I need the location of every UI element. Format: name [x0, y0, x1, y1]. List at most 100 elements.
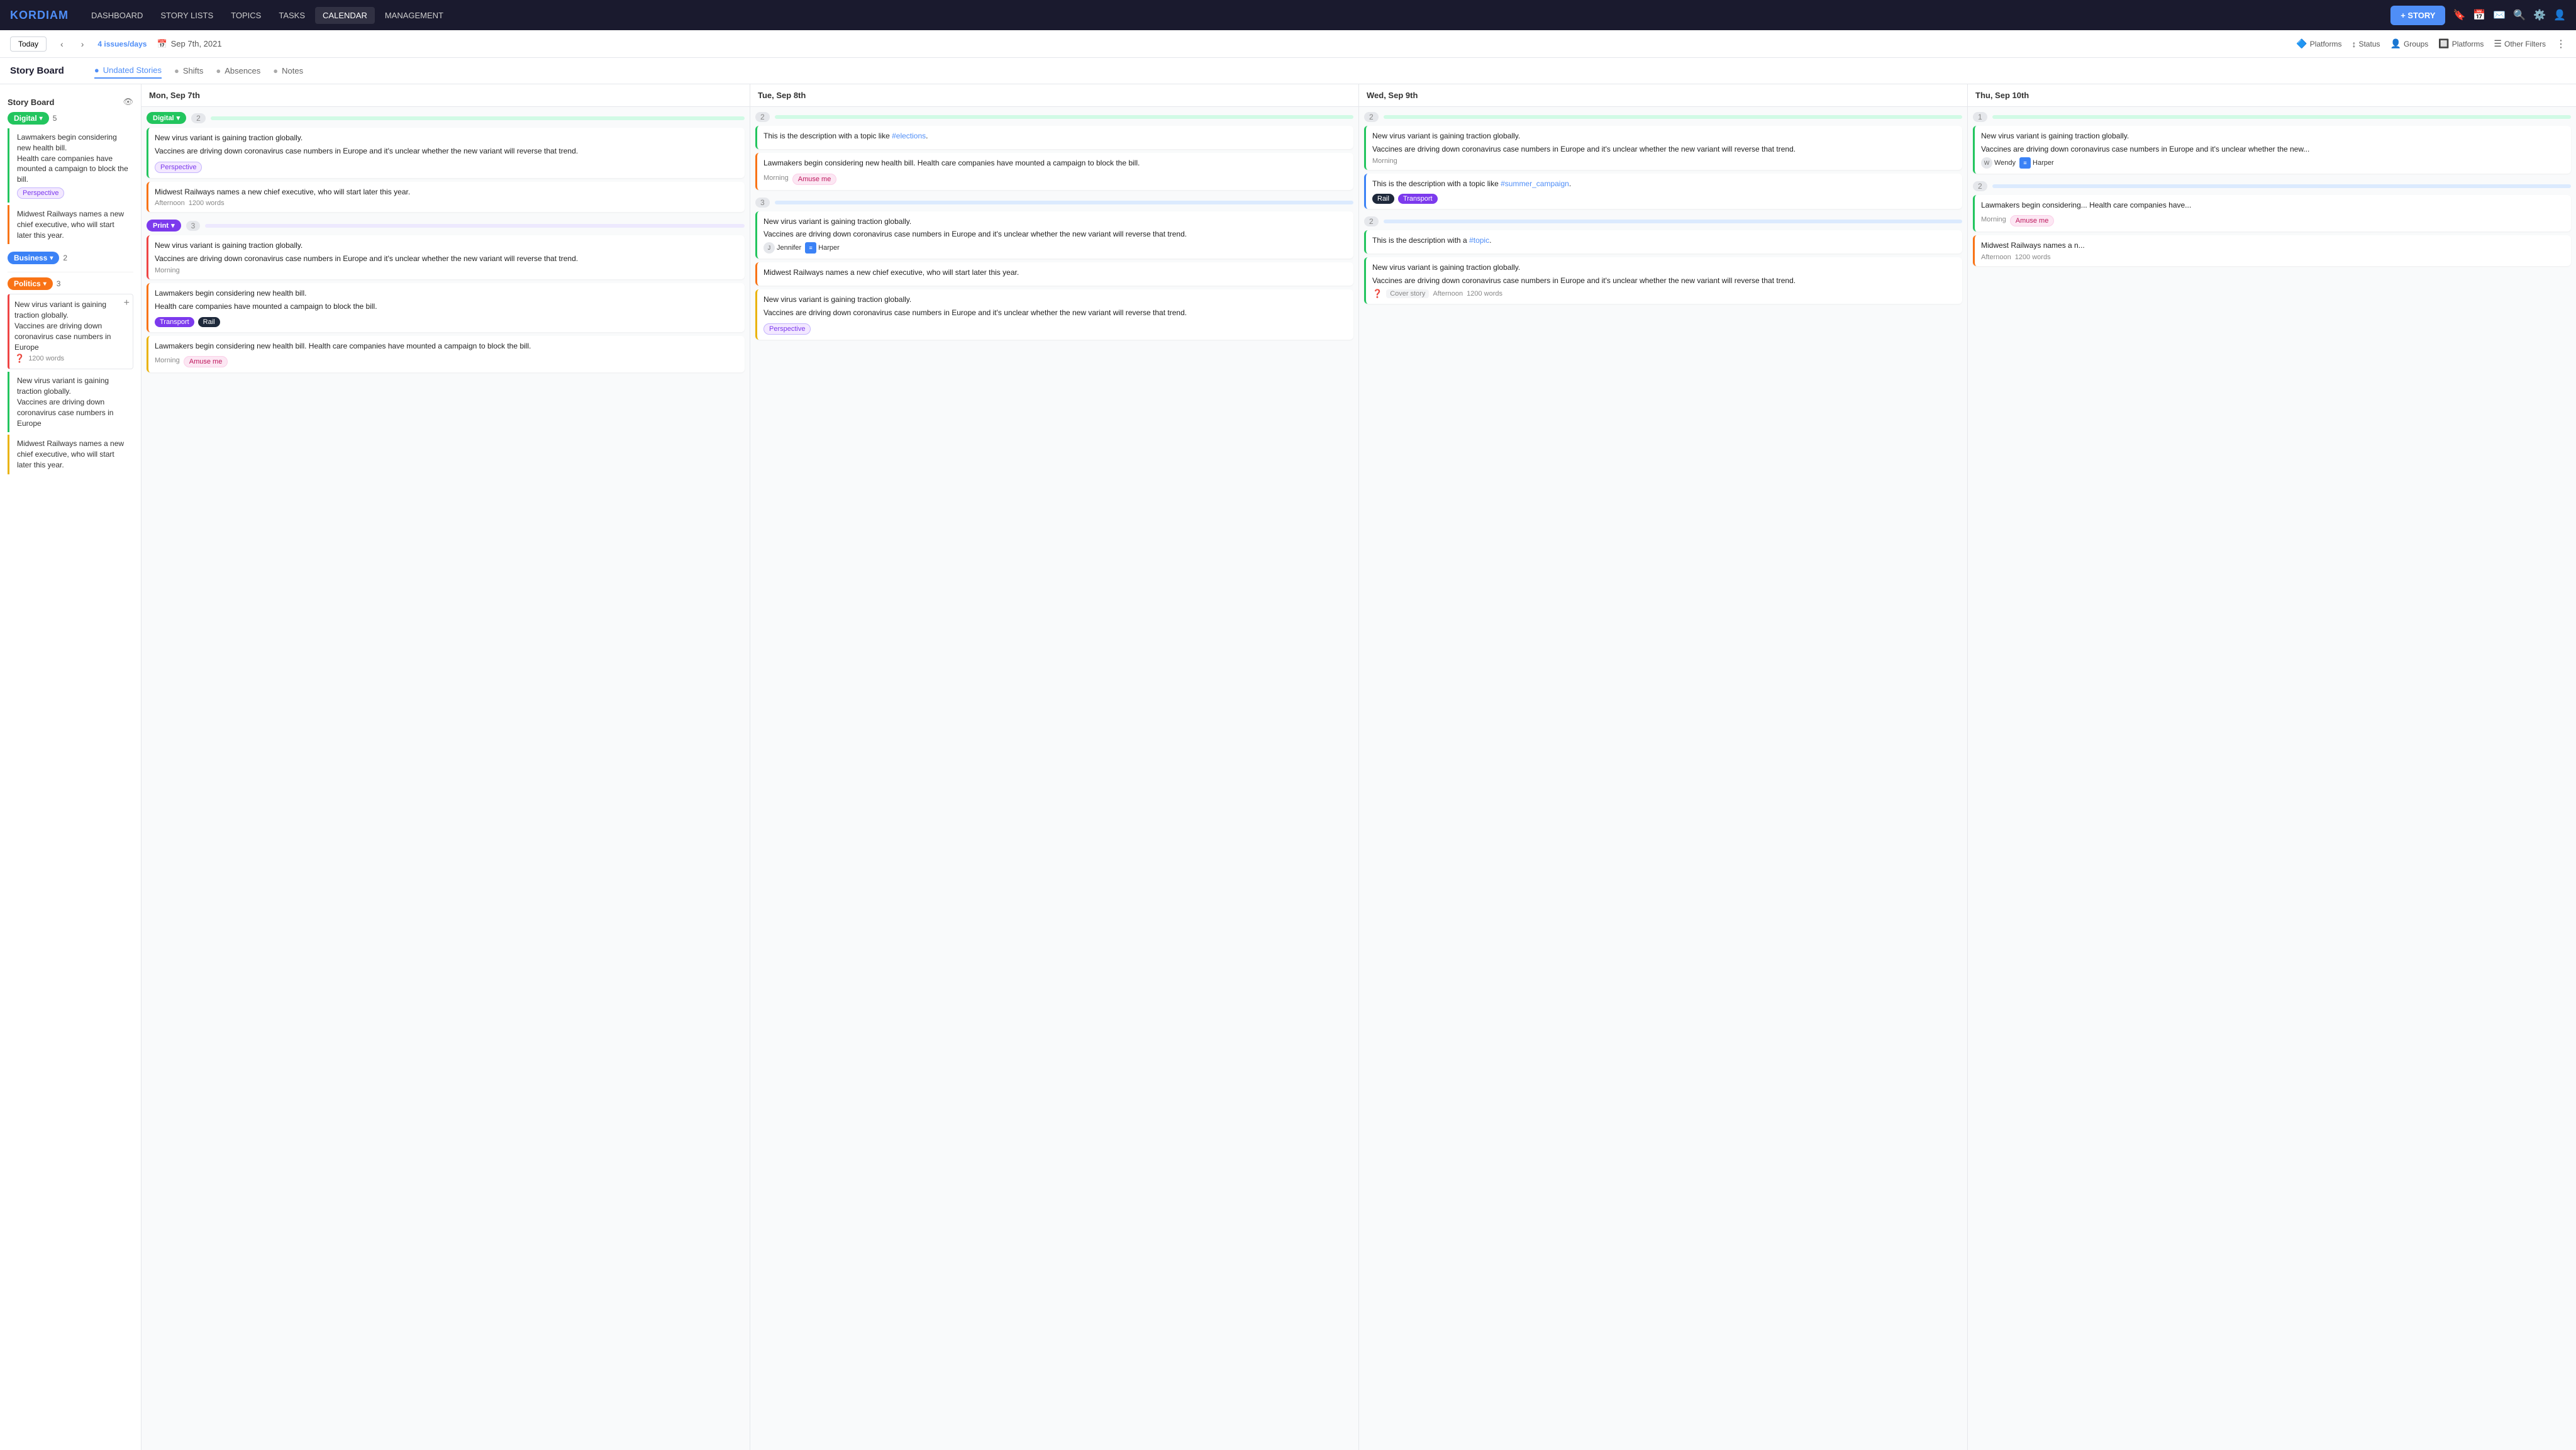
nav-topics[interactable]: TOPICS — [223, 7, 269, 24]
filter-groups[interactable]: 👤 Groups — [2390, 38, 2429, 49]
words-1: 1200 words — [28, 355, 64, 362]
summer-link[interactable]: #summer_campaign — [1501, 179, 1569, 188]
business-platform-tag[interactable]: Business ▾ — [8, 252, 59, 264]
tuesday-story-4[interactable]: Midwest Railways names a new chief execu… — [755, 262, 1353, 286]
nav-management[interactable]: MANAGEMENT — [377, 7, 451, 24]
politics-platform-tag[interactable]: Politics ▾ — [8, 277, 53, 290]
nav-story-lists[interactable]: STORY LISTS — [153, 7, 221, 24]
wednesday-story-2[interactable]: This is the description with a topic lik… — [1364, 174, 1962, 209]
tab-undated-stories[interactable]: ● Undated Stories — [94, 63, 162, 79]
digital-arrow: ▾ — [40, 115, 43, 122]
filter-groups-label: Groups — [2404, 40, 2428, 48]
tuesday-story-5[interactable]: New virus variant is gaining traction gl… — [755, 289, 1353, 340]
monday-story-2-meta: Afternoon 1200 words — [155, 199, 738, 207]
wednesday-section-2: 2 This is the description with a #topic.… — [1364, 216, 1962, 303]
perspective-tag: Perspective — [17, 187, 64, 199]
wendy-avatar: W Wendy — [1981, 157, 2016, 169]
story-text-4: New virus variant is gaining traction gl… — [17, 376, 128, 397]
next-arrow[interactable]: › — [77, 38, 88, 50]
monday-story-2[interactable]: Midwest Railways names a new chief execu… — [147, 182, 745, 213]
tuesday-story-3[interactable]: New virus variant is gaining traction gl… — [755, 211, 1353, 259]
thursday-count-1: 1 — [1973, 112, 1987, 122]
harper-name-2: Harper — [2033, 159, 2054, 167]
tab-absences[interactable]: ● Absences — [216, 63, 260, 79]
monday-print-story-2-title: Lawmakers begin considering new health b… — [155, 288, 738, 299]
filter-status-label: Status — [2358, 40, 2380, 48]
monday-print-story-1-meta: Morning — [155, 267, 738, 274]
wednesday-story-3[interactable]: This is the description with a #topic. — [1364, 230, 1962, 254]
sidebar-platform-politics: Politics ▾ 3 New virus variant is gainin… — [8, 277, 133, 474]
tuesday-bar-1 — [775, 115, 1353, 119]
undated-dot: ● — [94, 65, 99, 75]
more-button[interactable]: ⋮ — [2556, 38, 2566, 50]
sub-nav: Today ‹ › 4 issues/days 📅 Sep 7th, 2021 … — [0, 30, 2576, 58]
tuesday-story-2-meta: Morning Amuse me — [763, 171, 1347, 185]
wednesday-story-1[interactable]: New virus variant is gaining traction gl… — [1364, 126, 1962, 170]
nav-dashboard[interactable]: DASHBOARD — [84, 7, 150, 24]
settings-icon[interactable]: ⚙️ — [2533, 9, 2546, 21]
tuesday-story-5-sub: Vaccines are driving down coronavirus ca… — [763, 308, 1347, 318]
thursday-story-2[interactable]: Lawmakers begin considering... Health ca… — [1973, 195, 2571, 232]
wednesday-story-4[interactable]: New virus variant is gaining traction gl… — [1364, 257, 1962, 304]
thursday-story-1[interactable]: New virus variant is gaining traction gl… — [1973, 126, 2571, 174]
filter-platforms-1[interactable]: 🔷 Platforms — [2296, 38, 2341, 49]
wednesday-bar-2 — [1384, 220, 1962, 223]
board-tabs: ● Undated Stories ● Shifts ● Absences ● … — [94, 63, 303, 79]
today-button[interactable]: Today — [10, 36, 47, 52]
tab-notes-label: Notes — [282, 66, 303, 75]
monday-print-arrow: ▾ — [171, 221, 175, 230]
tuesday-section-2: 3 New virus variant is gaining traction … — [755, 198, 1353, 340]
story-button[interactable]: + STORY — [2390, 6, 2445, 25]
monday-story-1-meta: Perspective — [155, 159, 738, 173]
mail-icon[interactable]: ✉️ — [2493, 9, 2506, 21]
filter-other[interactable]: ☰ Other Filters — [2494, 38, 2546, 49]
monday-morning-tag-2: Morning — [155, 357, 180, 364]
nav-right: + STORY 🔖 📅 ✉️ 🔍 ⚙️ 👤 — [2390, 6, 2566, 25]
eye-icon[interactable]: 👁 — [123, 97, 133, 107]
tab-notes[interactable]: ● Notes — [273, 63, 303, 79]
monday-print-story-1-title: New virus variant is gaining traction gl… — [155, 240, 738, 251]
elections-link[interactable]: #elections — [892, 131, 926, 140]
wendy-circle: W — [1981, 157, 1992, 169]
monday-print-story-3[interactable]: Lawmakers begin considering new health b… — [147, 336, 745, 373]
tuesday-story-3-meta: J Jennifer ≡ Harper — [763, 242, 1347, 254]
filter-platforms-2[interactable]: 🔲 Platforms — [2438, 38, 2484, 49]
nav-calendar[interactable]: CALENDAR — [315, 7, 375, 24]
thursday-story-3[interactable]: Midwest Railways names a n... Afternoon … — [1973, 235, 2571, 266]
thursday-story-1-title: New virus variant is gaining traction gl… — [1981, 131, 2565, 142]
calendar-icon[interactable]: 📅 — [2473, 9, 2485, 21]
search-icon[interactable]: 🔍 — [2513, 9, 2526, 21]
tuesday-story-1[interactable]: This is the description with a topic lik… — [755, 126, 1353, 149]
filter-status[interactable]: ↕ Status — [2351, 39, 2380, 49]
business-count: 2 — [63, 254, 67, 262]
monday-story-1[interactable]: New virus variant is gaining traction gl… — [147, 128, 745, 178]
thursday-section-2: 2 Lawmakers begin considering... Health … — [1973, 181, 2571, 267]
bookmark-icon[interactable]: 🔖 — [2453, 9, 2465, 21]
business-platform-header: Business ▾ 2 — [8, 252, 133, 264]
user-icon[interactable]: 👤 — [2553, 9, 2566, 21]
sidebar-header: Story Board 👁 — [8, 97, 133, 107]
nav-tasks[interactable]: TASKS — [271, 7, 313, 24]
digital-platform-tag[interactable]: Digital ▾ — [8, 112, 49, 125]
digital-label: Digital — [14, 114, 37, 123]
politics-story-container: New virus variant is gaining traction gl… — [8, 294, 133, 369]
sub-nav-right: 🔷 Platforms ↕ Status 👤 Groups 🔲 Platform… — [2296, 38, 2566, 50]
sidebar: Story Board 👁 Digital ▾ 5 Lawmakers begi… — [0, 84, 142, 1450]
monday-digital-label[interactable]: Digital ▾ — [147, 112, 186, 124]
add-story-button[interactable]: + — [124, 298, 130, 309]
tuesday-story-2[interactable]: Lawmakers begin considering new health b… — [755, 153, 1353, 190]
thursday-section-1: 1 New virus variant is gaining traction … — [1973, 112, 2571, 174]
thursday-header: Thu, Sep 10th — [1968, 84, 2576, 107]
tab-shifts[interactable]: ● Shifts — [174, 63, 203, 79]
monday-print-story-1[interactable]: New virus variant is gaining traction gl… — [147, 235, 745, 279]
board-header: Story Board ● Undated Stories ● Shifts ●… — [0, 58, 2576, 84]
topic-link[interactable]: #topic — [1469, 236, 1489, 245]
harper-icon-2: ≡ — [2019, 157, 2031, 169]
transport-tag: Transport — [155, 317, 194, 327]
prev-arrow[interactable]: ‹ — [57, 38, 67, 50]
top-nav: KORDIAM DASHBOARD STORY LISTS TOPICS TAS… — [0, 0, 2576, 30]
wendy-name: Wendy — [1994, 159, 2016, 167]
monday-print-story-2[interactable]: Lawmakers begin considering new health b… — [147, 283, 745, 332]
monday-print-label[interactable]: Print ▾ — [147, 220, 181, 231]
thursday-bar-2 — [1992, 184, 2571, 188]
